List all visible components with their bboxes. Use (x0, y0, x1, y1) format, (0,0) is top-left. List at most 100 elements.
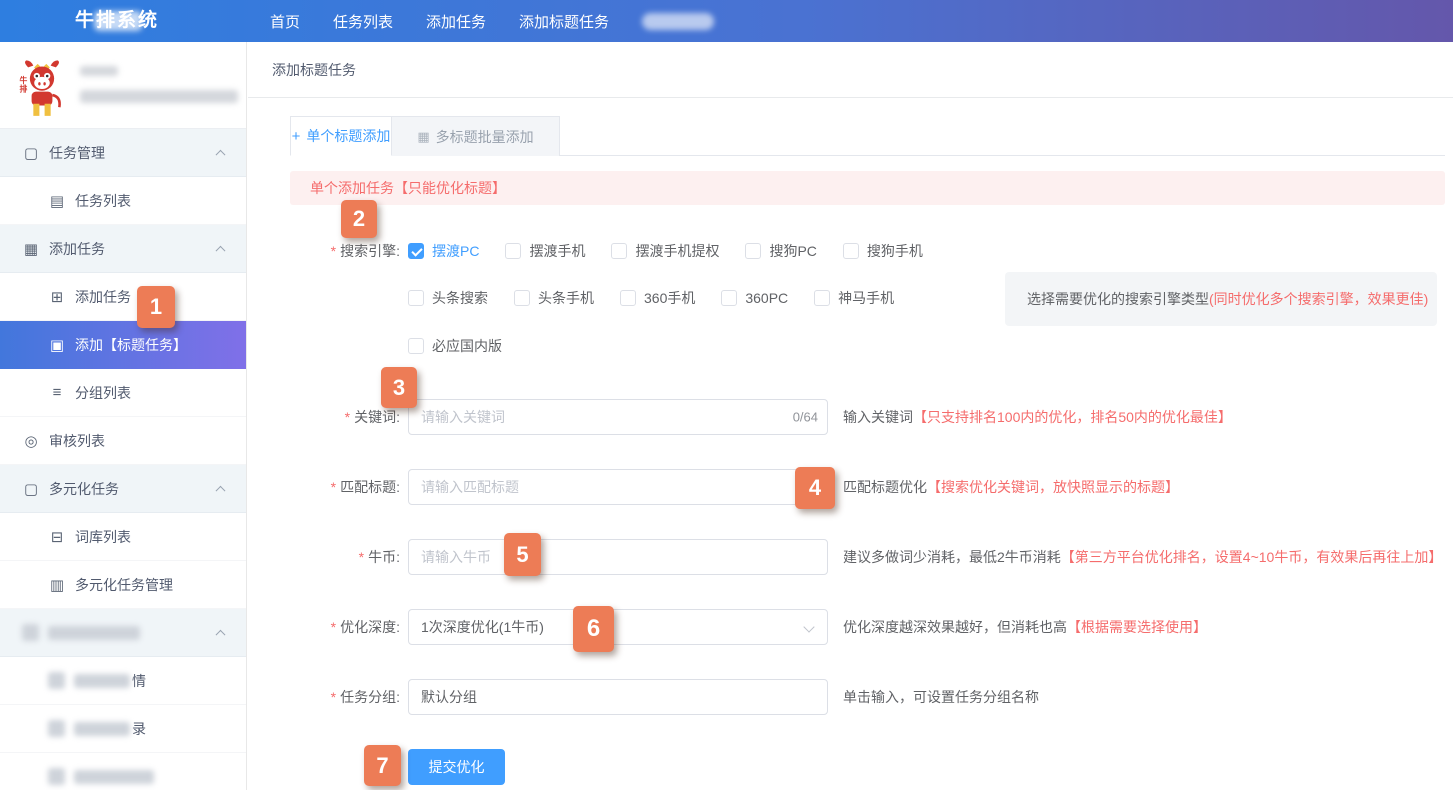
keyword-input[interactable] (408, 399, 828, 435)
nav-item-add-task[interactable]: 添加任务 (426, 11, 486, 32)
task-group-input[interactable] (408, 679, 828, 715)
sidebar-group-label: 多元化任务 (49, 479, 119, 499)
sidebar-group-diverse-tasks[interactable]: 多元化任务 (0, 465, 246, 513)
chevron-up-icon (216, 485, 226, 495)
checkbox-icon (408, 290, 424, 306)
callout-badge-3: 3 (381, 367, 417, 408)
group-list-icon (48, 384, 66, 401)
tab-single-title-add[interactable]: 单个标题添加 (290, 116, 392, 156)
sidebar-item-label: 任务列表 (75, 191, 131, 211)
depth-select-value: 1次深度优化(1牛币) (421, 617, 544, 637)
blurred-user-detail (80, 90, 238, 103)
sidebar-item-add-task[interactable]: 添加任务 (0, 273, 246, 321)
sidebar-item-blurred-2[interactable]: 录 (0, 705, 246, 753)
match-title-input[interactable] (408, 469, 828, 505)
sidebar-item-add-title-task[interactable]: 添加【标题任务】 (0, 321, 246, 369)
sidebar-item-label: 分组列表 (75, 383, 131, 403)
chevron-down-icon (803, 621, 814, 632)
nav-item-home[interactable]: 首页 (270, 11, 300, 32)
sidebar: 牛 排 任务管理 任务列表 添加任务 (0, 42, 247, 790)
sidebar-item-group-list[interactable]: 分组列表 (0, 369, 246, 417)
required-asterisk: * (331, 479, 336, 495)
checkbox-baidu-pc[interactable]: 摆渡PC (408, 241, 479, 261)
sidebar-item-task-list[interactable]: 任务列表 (0, 177, 246, 225)
field-label-search-engine: *搜索引擎: (290, 241, 400, 261)
plus-icon (292, 128, 301, 145)
sidebar-item-diverse-task-management[interactable]: 多元化任务管理 (0, 561, 246, 609)
sidebar-group-add-task[interactable]: 添加任务 (0, 225, 246, 273)
page-title: 添加标题任务 (272, 60, 356, 80)
checkbox-icon (611, 243, 627, 259)
field-label-task-group: *任务分组: (290, 687, 400, 707)
callout-badge-2: 2 (341, 200, 377, 238)
sidebar-item-review-list[interactable]: 审核列表 (0, 417, 246, 465)
checkbox-360-mobile[interactable]: 360手机 (620, 288, 695, 308)
tab-label: 单个标题添加 (306, 126, 390, 146)
search-engine-row-1: *搜索引擎: 摆渡PC 摆渡手机 摆渡手机提权 (290, 239, 1453, 262)
checkbox-icon (408, 338, 424, 354)
required-asterisk: * (331, 619, 336, 635)
depth-hint: 优化深度越深效果越好，但消耗也高【根据需要选择使用】 (843, 617, 1207, 637)
callout-badge-4: 4 (795, 467, 835, 509)
checkbox-baidu-mobile[interactable]: 摆渡手机 (505, 241, 585, 261)
depth-select[interactable]: 1次深度优化(1牛币) (408, 609, 828, 645)
title-task-icon (48, 336, 66, 354)
svg-text:牛: 牛 (19, 75, 27, 85)
folder-icon (22, 144, 40, 162)
page-header: 添加标题任务 (248, 42, 1453, 98)
sidebar-item-lexicon-list[interactable]: 词库列表 (0, 513, 246, 561)
sidebar-group-label: 任务管理 (49, 143, 105, 163)
required-asterisk: * (331, 689, 336, 705)
submit-row: 提交优化 (290, 749, 1453, 785)
checkbox-sogou-pc[interactable]: 搜狗PC (745, 241, 816, 261)
tab-label: 多标题批量添加 (436, 127, 534, 147)
user-info-blurred (80, 60, 238, 128)
sidebar-group-task-management[interactable]: 任务管理 (0, 129, 246, 177)
checkbox-baidu-mobile-boost[interactable]: 摆渡手机提权 (611, 241, 719, 261)
field-label-match-title: *匹配标题: (290, 477, 400, 497)
keyword-hint: 输入关键词【只支持排名100内的优化，排名50内的优化最佳】 (843, 407, 1232, 427)
sidebar-group-blurred[interactable] (0, 609, 246, 657)
checkbox-icon (843, 243, 859, 259)
checkbox-toutiao-search[interactable]: 头条搜索 (408, 288, 488, 308)
sidebar-item-label-suffix: 录 (132, 719, 146, 739)
top-navbar: 牛排系统 首页 任务列表 添加任务 添加标题任务 (0, 0, 1453, 42)
checkbox-shenma-mobile[interactable]: 神马手机 (814, 288, 894, 308)
blurred-icon (48, 768, 65, 785)
svg-text:排: 排 (19, 84, 27, 94)
checkbox-checked-icon (408, 243, 424, 259)
nav-item-add-title-task[interactable]: 添加标题任务 (519, 11, 609, 32)
blurred-label (74, 770, 154, 784)
checkbox-toutiao-mobile[interactable]: 头条手机 (514, 288, 594, 308)
app-root: 牛排系统 首页 任务列表 添加任务 添加标题任务 (0, 0, 1453, 790)
checkbox-bing-cn[interactable]: 必应国内版 (408, 336, 502, 356)
sidebar-item-blurred-1[interactable]: 情 (0, 657, 246, 705)
engine-hint-box: 选择需要优化的搜索引擎类型(同时优化多个搜索引擎，效果更佳) (1005, 272, 1437, 326)
sidebar-item-blurred-3[interactable] (0, 753, 246, 790)
blurred-nav-item (642, 13, 714, 30)
checkbox-icon (721, 290, 737, 306)
checkbox-icon (745, 243, 761, 259)
checkbox-sogou-mobile[interactable]: 搜狗手机 (843, 241, 923, 261)
callout-badge-5: 5 (504, 533, 541, 576)
tab-bar: 单个标题添加 多标题批量添加 (290, 116, 1445, 156)
blurred-icon (22, 624, 39, 641)
checkbox-360-pc[interactable]: 360PC (721, 290, 788, 306)
lexicon-icon (48, 528, 66, 546)
task-group-row: *任务分组: 单击输入，可设置任务分组名称 (290, 679, 1453, 715)
app-logo: 牛排系统 (75, 0, 159, 42)
sidebar-item-label: 审核列表 (49, 431, 105, 451)
submit-optimize-button[interactable]: 提交优化 (408, 749, 505, 785)
blurred-logo-region (94, 11, 142, 31)
task-list-icon (48, 192, 66, 210)
nav-item-task-list[interactable]: 任务列表 (333, 11, 393, 32)
coin-input[interactable] (408, 539, 828, 575)
tab-batch-title-add[interactable]: 多标题批量添加 (392, 116, 560, 156)
callout-badge-7: 7 (364, 745, 401, 786)
blurred-label (48, 626, 140, 640)
task-group-hint: 单击输入，可设置任务分组名称 (843, 687, 1039, 707)
sidebar-item-label-suffix: 情 (132, 671, 146, 691)
sidebar-group-label: 添加任务 (49, 239, 105, 259)
doc-manage-icon (48, 576, 66, 594)
char-counter: 0/64 (793, 410, 818, 425)
